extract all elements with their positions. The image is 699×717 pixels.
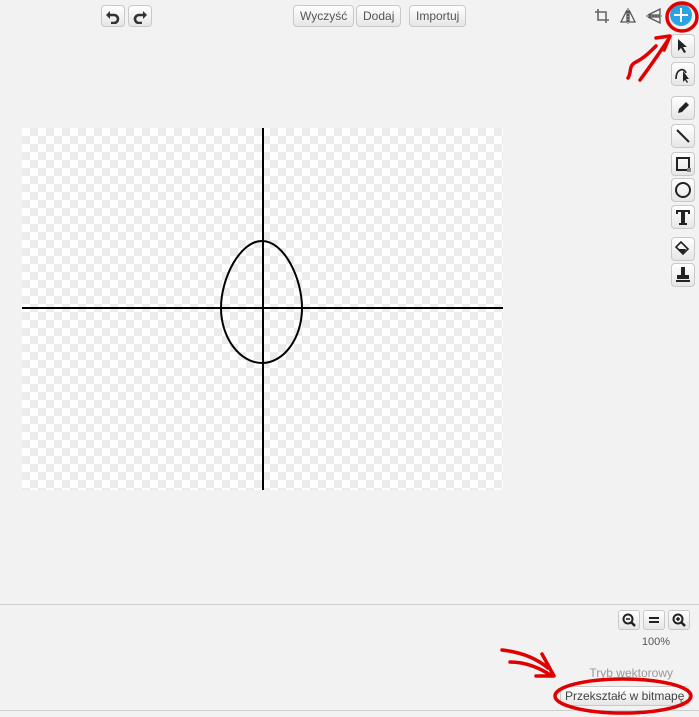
zoom-out-icon	[622, 613, 636, 627]
crop-icon	[594, 8, 610, 24]
ellipse-tool[interactable]	[671, 178, 695, 202]
set-costume-center-icon	[674, 8, 688, 22]
convert-to-bitmap-button[interactable]: Przekształć w bitmapę	[560, 686, 690, 706]
drawing-canvas[interactable]	[22, 128, 503, 490]
redo-icon	[132, 8, 148, 24]
egg-shape	[219, 239, 304, 365]
stamp-tool[interactable]	[671, 263, 695, 287]
select-tool-icon	[676, 38, 690, 54]
ellipse-tool-icon	[674, 181, 692, 199]
flip-vertical-button[interactable]	[642, 5, 666, 27]
stamp-tool-icon	[675, 266, 691, 284]
text-tool-icon	[675, 208, 691, 226]
divider	[0, 604, 699, 605]
line-tool-icon	[675, 128, 691, 144]
zoom-level: 100%	[641, 636, 671, 648]
flip-vertical-icon	[645, 7, 663, 25]
pencil-tool[interactable]	[671, 96, 695, 120]
rectangle-tool-icon	[674, 155, 692, 173]
fill-tool-icon	[674, 240, 692, 258]
undo-icon	[105, 8, 121, 24]
flip-horizontal-button[interactable]	[616, 5, 640, 27]
flip-horizontal-icon	[619, 7, 637, 25]
zoom-in-icon	[672, 613, 686, 627]
clear-button[interactable]: Wyczyść	[293, 5, 355, 27]
import-button[interactable]: Importuj	[409, 5, 467, 27]
zoom-reset-button[interactable]	[643, 610, 665, 630]
line-tool[interactable]	[671, 124, 695, 148]
annotation-arrow-top	[626, 34, 672, 82]
undo-button[interactable]	[101, 5, 125, 27]
zoom-in-button[interactable]	[668, 610, 690, 630]
reshape-tool-icon	[674, 65, 692, 83]
fill-tool[interactable]	[671, 237, 695, 261]
text-tool[interactable]	[671, 205, 695, 229]
annotation-arrow-bottom	[500, 648, 556, 678]
redo-button[interactable]	[128, 5, 152, 27]
set-center-button[interactable]	[670, 4, 692, 26]
add-button[interactable]: Dodaj	[356, 5, 402, 27]
bottom-divider	[0, 710, 699, 711]
crop-button[interactable]	[590, 5, 614, 27]
select-tool[interactable]	[671, 34, 695, 58]
reshape-tool[interactable]	[671, 62, 695, 86]
rectangle-tool[interactable]	[671, 152, 695, 176]
pencil-tool-icon	[675, 100, 691, 116]
zoom-out-button[interactable]	[618, 610, 640, 630]
vector-mode-label: Tryb wektorowy	[589, 666, 673, 680]
zoom-reset-icon	[648, 615, 660, 625]
